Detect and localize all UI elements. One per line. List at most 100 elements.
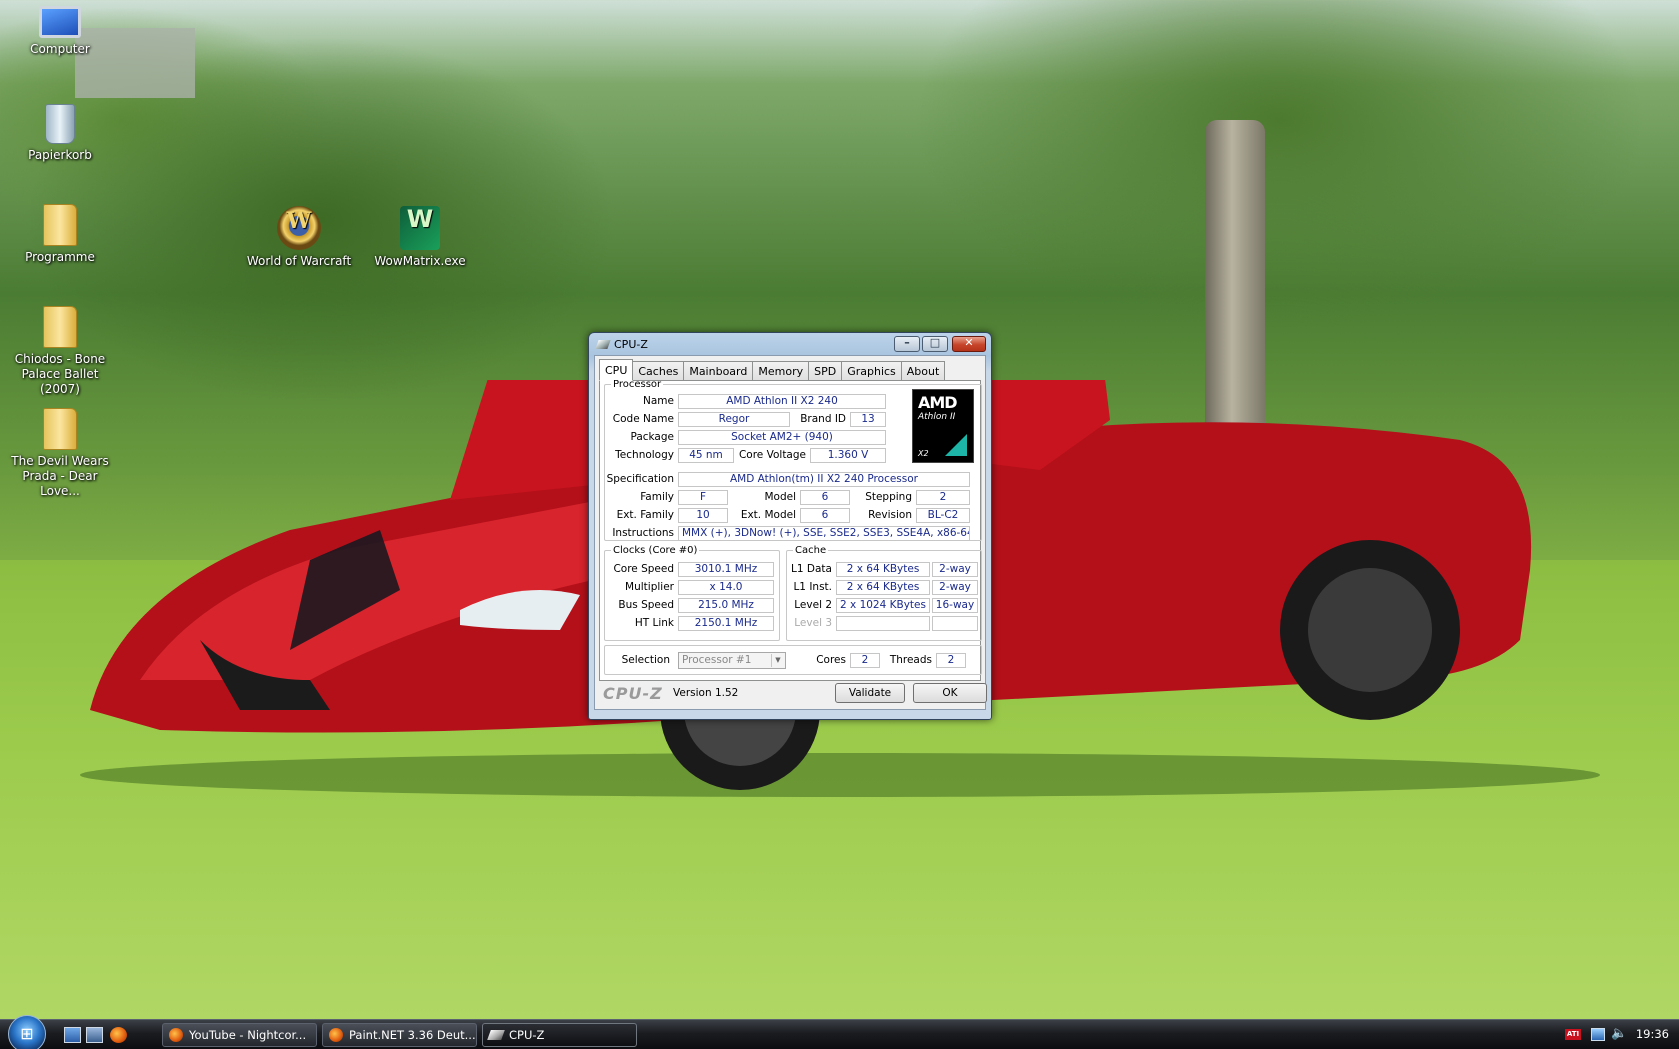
tab-strip: CPU Caches Mainboard Memory SPD Graphics… — [599, 359, 981, 381]
taskbar-item-cpuz[interactable]: CPU-Z — [482, 1023, 637, 1047]
firefox-icon — [169, 1028, 183, 1042]
validate-button[interactable]: Validate — [835, 683, 905, 703]
show-desktop-icon[interactable] — [64, 1027, 81, 1043]
desktop-icon-recycle-bin[interactable]: Papierkorb — [4, 104, 116, 163]
footer-bar: CPU-Z Version 1.52 Validate OK — [599, 682, 987, 706]
title-bar[interactable]: CPU-Z – □ ✕ — [594, 333, 986, 355]
desktop-icon-devil-wears-prada[interactable]: The Devil Wears Prada - Dear Love... — [4, 408, 116, 499]
revision-value: BL-C2 — [916, 508, 970, 523]
tab-graphics[interactable]: Graphics — [841, 361, 902, 380]
desktop-icon-label: The Devil Wears Prada - Dear Love... — [11, 454, 109, 498]
volume-icon[interactable]: 🔈 — [1611, 1026, 1627, 1041]
tab-caches[interactable]: Caches — [632, 361, 685, 380]
firefox-icon — [329, 1028, 343, 1042]
taskbar: ⊞ YouTube - Nightcor... Paint.NET 3.36 D… — [0, 1015, 1679, 1049]
window-title: CPU-Z — [614, 337, 648, 351]
desktop-icon-computer[interactable]: Computer — [4, 6, 116, 57]
desktop-icon-wowmatrix[interactable]: W WowMatrix.exe — [364, 206, 476, 269]
processor-select-value: Processor #1 — [682, 654, 752, 666]
desktop-icon-label: Computer — [30, 42, 90, 56]
stepping-label: Stepping — [865, 491, 912, 503]
l1-inst-way-value: 2-way — [932, 580, 978, 595]
computer-icon — [39, 6, 81, 38]
windows-logo-icon: ⊞ — [20, 1024, 34, 1043]
level3-way-value — [932, 616, 978, 631]
level3-value — [836, 616, 930, 631]
model-label: Model — [764, 491, 796, 503]
system-tray: ATI 🔈 19:36 — [1559, 1020, 1679, 1049]
processor-legend: Processor — [613, 379, 662, 390]
close-button[interactable]: ✕ — [952, 336, 986, 352]
clock[interactable]: 19:36 — [1636, 1027, 1669, 1041]
version-label: Version 1.52 — [673, 687, 739, 699]
multiplier-label: Multiplier — [625, 581, 674, 593]
specification-value: AMD Athlon(tm) II X2 240 Processor — [678, 472, 970, 487]
stepping-value: 2 — [916, 490, 970, 505]
ht-link-label: HT Link — [634, 617, 674, 629]
l1-data-way-value: 2-way — [932, 562, 978, 577]
family-value: F — [678, 490, 728, 505]
revision-label: Revision — [868, 509, 912, 521]
ext-family-label: Ext. Family — [616, 509, 674, 521]
minimize-icon: – — [904, 336, 910, 349]
clocks-legend: Clocks (Core #0) — [613, 545, 698, 556]
package-label: Package — [630, 431, 674, 443]
ht-link-value: 2150.1 MHz — [678, 616, 774, 631]
tab-cpu[interactable]: CPU — [599, 359, 634, 381]
brand-id-value: 13 — [850, 412, 886, 427]
logo-line: Athlon II — [918, 412, 956, 422]
tab-spd[interactable]: SPD — [808, 361, 843, 380]
tab-mainboard[interactable]: Mainboard — [683, 361, 754, 380]
level3-label: Level 3 — [794, 617, 832, 629]
l1-data-label: L1 Data — [791, 563, 832, 575]
core-speed-label: Core Speed — [613, 563, 674, 575]
code-name-label: Code Name — [612, 413, 674, 425]
ok-button[interactable]: OK — [913, 683, 987, 703]
maximize-button[interactable]: □ — [922, 336, 948, 352]
logo-brand: AMD — [918, 393, 958, 412]
logo-badge: X2 — [918, 449, 929, 458]
amd-athlon-logo: AMD Athlon II X2 — [912, 389, 974, 463]
specification-label: Specification — [606, 473, 674, 485]
recycle-bin-icon — [45, 104, 75, 144]
taskbar-item-label: Paint.NET 3.36 Deut... — [349, 1028, 476, 1042]
cpuz-icon — [487, 1030, 505, 1040]
tab-memory[interactable]: Memory — [752, 361, 810, 380]
cache-legend: Cache — [795, 545, 827, 556]
desktop-icon-label: Papierkorb — [28, 148, 92, 162]
instructions-value: MMX (+), 3DNow! (+), SSE, SSE2, SSE3, SS… — [678, 526, 970, 541]
l1-inst-value: 2 x 64 KBytes — [836, 580, 930, 595]
desktop-icon-programme[interactable]: Programme — [4, 204, 116, 265]
threads-label: Threads — [889, 654, 932, 666]
chevron-down-icon: ▼ — [771, 654, 784, 667]
name-value: AMD Athlon II X2 240 — [678, 394, 886, 409]
close-icon: ✕ — [964, 336, 974, 349]
cpu-panel: Processor Name AMD Athlon II X2 240 Code… — [599, 379, 982, 681]
family-label: Family — [640, 491, 674, 503]
package-value: Socket AM2+ (940) — [678, 430, 886, 445]
start-button[interactable]: ⊞ — [8, 1015, 46, 1049]
ati-tray-icon[interactable]: ATI — [1565, 1029, 1581, 1040]
tab-about[interactable]: About — [900, 361, 946, 380]
desktop-icon-chiodos[interactable]: Chiodos - Bone Palace Ballet (2007) — [4, 306, 116, 397]
processor-select[interactable]: Processor #1 ▼ — [678, 652, 786, 669]
desktop-icon-label: Chiodos - Bone Palace Ballet (2007) — [14, 352, 106, 396]
taskbar-item-label: YouTube - Nightcor... — [189, 1028, 307, 1042]
network-icon[interactable] — [1591, 1028, 1605, 1041]
minimize-button[interactable]: – — [894, 336, 920, 352]
taskbar-item-youtube[interactable]: YouTube - Nightcor... — [162, 1023, 317, 1047]
firefox-quicklaunch-icon[interactable] — [110, 1027, 127, 1043]
cpuz-window[interactable]: CPU-Z – □ ✕ CPU Caches Mainboard Memory … — [588, 332, 992, 720]
l1-data-value: 2 x 64 KBytes — [836, 562, 930, 577]
desktop-icon-world-of-warcraft[interactable]: W World of Warcraft — [243, 206, 355, 269]
logo-triangle-icon — [945, 434, 967, 456]
technology-label: Technology — [615, 449, 674, 461]
taskbar-item-paintnet[interactable]: Paint.NET 3.36 Deut... — [322, 1023, 477, 1047]
switch-windows-icon[interactable] — [86, 1027, 103, 1043]
l1-inst-label: L1 Inst. — [793, 581, 832, 593]
maximize-icon: □ — [929, 336, 941, 349]
model-value: 6 — [800, 490, 850, 505]
desktop-icon-label: WowMatrix.exe — [374, 254, 466, 268]
window-client: CPU Caches Mainboard Memory SPD Graphics… — [594, 355, 987, 710]
ext-family-value: 10 — [678, 508, 728, 523]
